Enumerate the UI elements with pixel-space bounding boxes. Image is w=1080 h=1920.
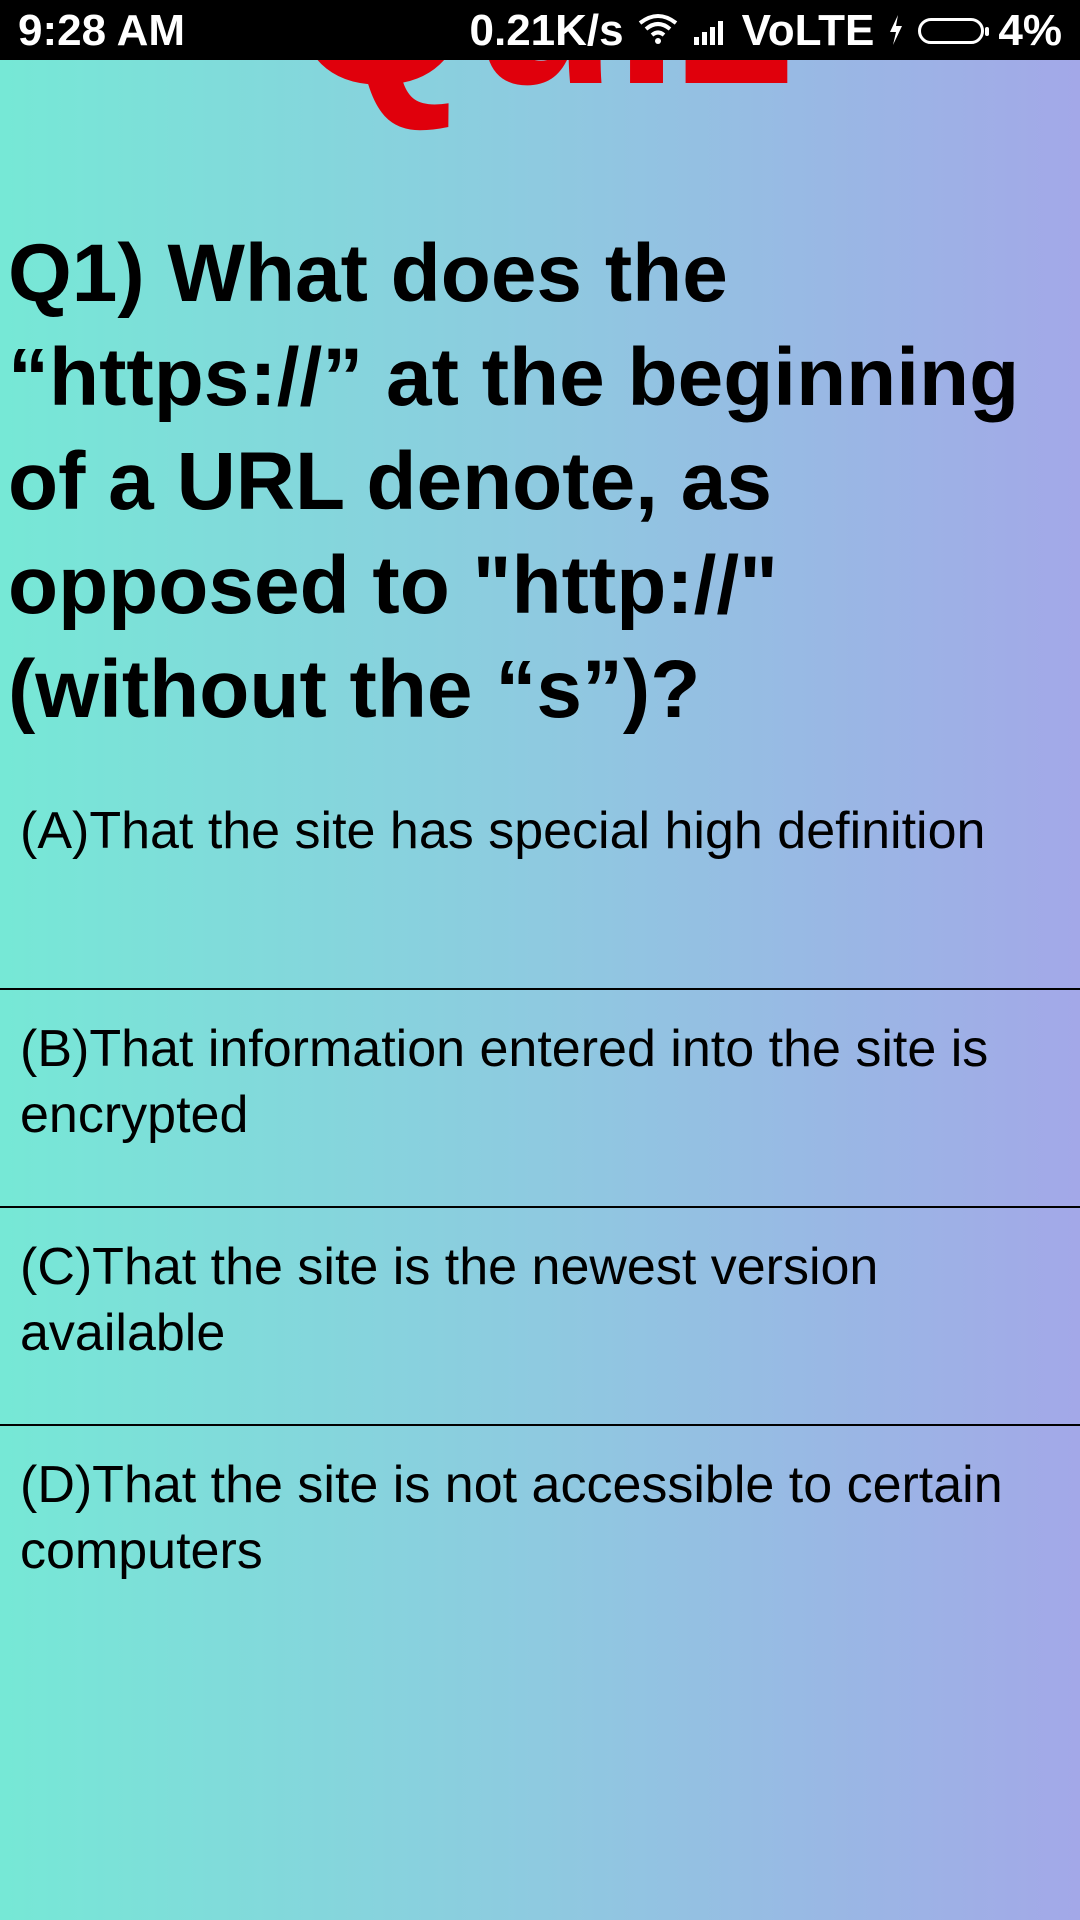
option-b-button[interactable]: (B)That information entered into the sit… xyxy=(0,990,1080,1208)
battery-icon xyxy=(918,18,990,44)
status-time: 9:28 AM xyxy=(18,6,186,55)
charging-bolt-icon xyxy=(888,6,904,56)
signal-icon xyxy=(692,6,728,56)
status-icons: 0.21K/s VoLTE 4% xyxy=(470,6,1063,56)
option-d-button[interactable]: (D)That the site is not accessible to ce… xyxy=(0,1426,1080,1644)
option-a-button[interactable]: (A)That the site has special high defini… xyxy=(0,772,1080,990)
battery-percent: 4% xyxy=(998,6,1062,55)
network-type-label: VoLTE xyxy=(741,6,875,55)
status-bar: 9:28 AM 0.21K/s VoLTE 4% xyxy=(0,0,1080,60)
wifi-icon xyxy=(638,6,678,56)
option-c-button[interactable]: (C)That the site is the newest version a… xyxy=(0,1208,1080,1426)
answer-options: (A)That the site has special high defini… xyxy=(0,772,1080,1644)
network-speed: 0.21K/s xyxy=(469,6,624,55)
question-text: Q1) What does the “https://” at the begi… xyxy=(8,228,1020,735)
